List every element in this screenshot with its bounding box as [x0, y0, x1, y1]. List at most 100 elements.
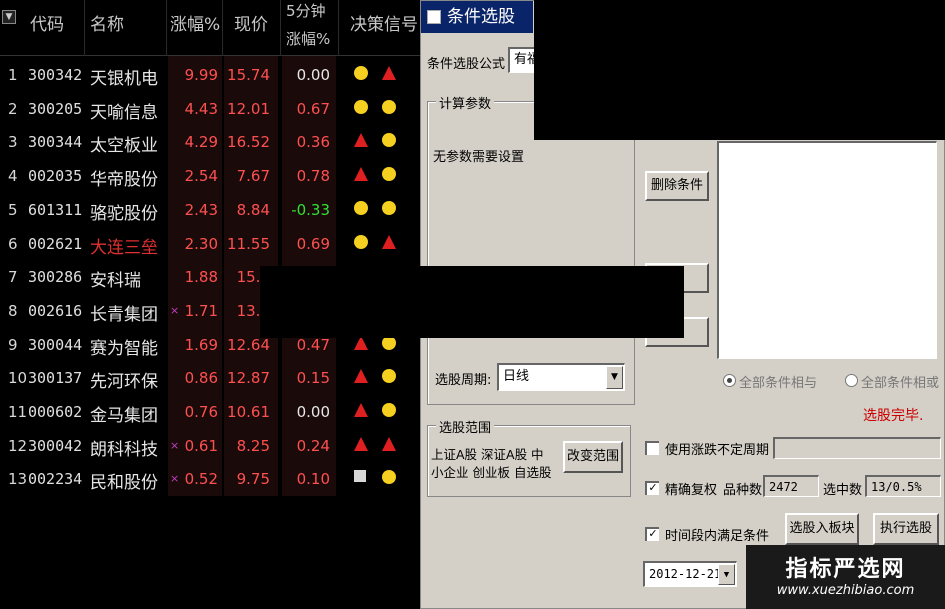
table-row[interactable]: 6 002621 大连三垒 2.30 11.55 0.69 [0, 227, 420, 261]
change-pct: 2.43 [184, 200, 218, 219]
to-block-button[interactable]: 选股入板块 [785, 513, 859, 545]
stock-name: 长青集团 [90, 304, 158, 325]
period-value: 日线 [503, 369, 530, 384]
current-price: 9.75 [236, 470, 270, 489]
stock-code: 300044 [28, 335, 83, 354]
header-5min-pct[interactable]: 涨幅% [286, 28, 330, 49]
signal-dot-icon [382, 99, 396, 114]
row-mark: × [170, 472, 180, 486]
calendar-dropdown-icon[interactable]: ▼ [718, 564, 735, 585]
row-mark: × [170, 438, 180, 452]
change-pct: 0.86 [184, 369, 218, 388]
signal-dot-icon [382, 200, 396, 215]
current-price: 15.74 [227, 66, 270, 84]
stock-code: 300042 [28, 436, 83, 455]
no-params-text: 无参数需要设置 [433, 150, 525, 165]
signal-triangle-icon [382, 234, 396, 249]
dialog-titlebar[interactable]: 条件选股 [421, 1, 533, 33]
current-price: 8.84 [236, 200, 270, 219]
row-index: 12 [8, 436, 28, 455]
row-index: 10 [8, 369, 28, 388]
stock-name: 民和股份 [90, 473, 158, 494]
table-row[interactable]: 3 300344 太空板业 4.29 16.52 0.36 [0, 125, 420, 159]
radio-all-and[interactable] [723, 374, 736, 387]
delete-condition-button[interactable]: 删除条件 [645, 171, 709, 201]
range-text-line1: 上证A股 深证A股 中 [431, 447, 544, 462]
signal-triangle-icon [354, 403, 368, 417]
table-row[interactable]: 12 300042 朗科科技 × 0.61 8.25 0.24 [0, 429, 420, 463]
redaction-middle [260, 266, 684, 338]
exact-adjust-checkbox[interactable]: ✓ [645, 481, 659, 495]
stock-name: 朗科科技 [90, 439, 158, 460]
signal-dot-icon [382, 369, 396, 384]
current-price: 10.61 [227, 403, 270, 421]
signal-dot-icon [354, 200, 368, 215]
time-condition-checkbox[interactable]: ✓ [645, 527, 659, 541]
five-min-change: 0.15 [296, 369, 330, 388]
stock-code: 300344 [28, 133, 83, 152]
signal-triangle-icon [354, 167, 368, 182]
signal-triangle-icon [354, 133, 368, 148]
column-menu-icon[interactable]: ▼ [2, 10, 16, 24]
table-row[interactable]: 13 002234 民和股份 × 0.52 9.75 0.10 [0, 462, 420, 496]
chevron-down-icon[interactable]: ▼ [606, 366, 623, 389]
range-text-line2: 小企业 创业板 自选股 [431, 465, 552, 480]
calc-params-group: 计算参数 无参数需要设置 [427, 93, 635, 405]
execute-button[interactable]: 执行选股 [873, 513, 939, 545]
row-index: 7 [8, 268, 18, 287]
window-icon [427, 10, 441, 24]
five-min-change: 0.36 [296, 133, 330, 152]
stock-code: 002035 [28, 167, 83, 186]
dialog-title: 条件选股 [447, 7, 515, 27]
current-price: 7.67 [236, 167, 270, 186]
irregular-period-checkbox[interactable] [645, 441, 659, 455]
period-select[interactable]: 日线 ▼ [497, 363, 625, 391]
current-price: 12.01 [227, 99, 270, 118]
row-index: 11 [8, 403, 28, 421]
five-min-change: 0.24 [296, 436, 330, 455]
stock-name: 天银机电 [90, 69, 158, 89]
signal-square-icon [354, 470, 366, 483]
signal-triangle-icon [382, 66, 396, 80]
stock-code: 002616 [28, 301, 83, 320]
change-range-button[interactable]: 改变范围 [563, 441, 623, 473]
table-row[interactable]: 2 300205 天喻信息 4.43 12.01 0.67 [0, 92, 420, 126]
header-5min[interactable]: 5分钟 [286, 0, 326, 21]
stock-name: 安科瑞 [90, 271, 141, 292]
signal-triangle-icon [382, 436, 396, 451]
current-price: 12.87 [227, 369, 270, 388]
table-row[interactable]: 11 000602 金马集团 0.76 10.61 0.00 [0, 395, 420, 429]
watermark-url: www.xuezhibiao.com [776, 583, 915, 598]
table-header: ▼ 代码 名称 涨幅% 现价 5分钟 涨幅% 决策信号 [0, 0, 420, 56]
stock-code: 300342 [28, 66, 83, 84]
selected-label: 选中数 [823, 483, 863, 498]
date-picker[interactable]: 2012-12-21 ▼ [643, 561, 737, 587]
change-pct: 1.88 [184, 268, 218, 287]
radio-all-or[interactable] [845, 374, 858, 387]
header-code[interactable]: 代码 [30, 10, 64, 35]
row-mark: × [170, 303, 180, 317]
period-label: 选股周期: [435, 373, 492, 388]
irregular-period-label: 使用涨跌不定周期 [665, 443, 770, 458]
current-price: 11.55 [227, 234, 270, 253]
header-pct[interactable]: 涨幅% [170, 10, 220, 35]
table-row[interactable]: 4 002035 华帝股份 2.54 7.67 0.78 [0, 159, 420, 193]
change-pct: 2.54 [184, 167, 218, 186]
variety-label: 品种数 [723, 483, 763, 498]
signal-dot-icon [354, 66, 368, 80]
table-row[interactable]: 10 300137 先河环保 0.86 12.87 0.15 [0, 361, 420, 395]
header-price[interactable]: 现价 [234, 10, 268, 35]
stock-code: 300286 [28, 268, 83, 287]
stock-code: 300137 [28, 369, 83, 388]
header-name[interactable]: 名称 [90, 10, 124, 35]
range-title: 选股范围 [436, 417, 495, 436]
change-pct: 4.43 [184, 99, 218, 118]
row-index: 9 [8, 335, 18, 354]
watermark-title: 指标严选网 [785, 557, 906, 582]
header-signal[interactable]: 决策信号 [350, 10, 418, 35]
table-row[interactable]: 1 300342 天银机电 9.99 15.74 0.00 [0, 58, 420, 92]
stock-name: 太空板业 [90, 136, 158, 157]
condition-list[interactable] [717, 141, 937, 359]
table-row[interactable]: 5 601311 骆驼股份 2.43 8.84 -0.33 [0, 193, 420, 227]
change-pct: 1.71 [184, 301, 218, 320]
